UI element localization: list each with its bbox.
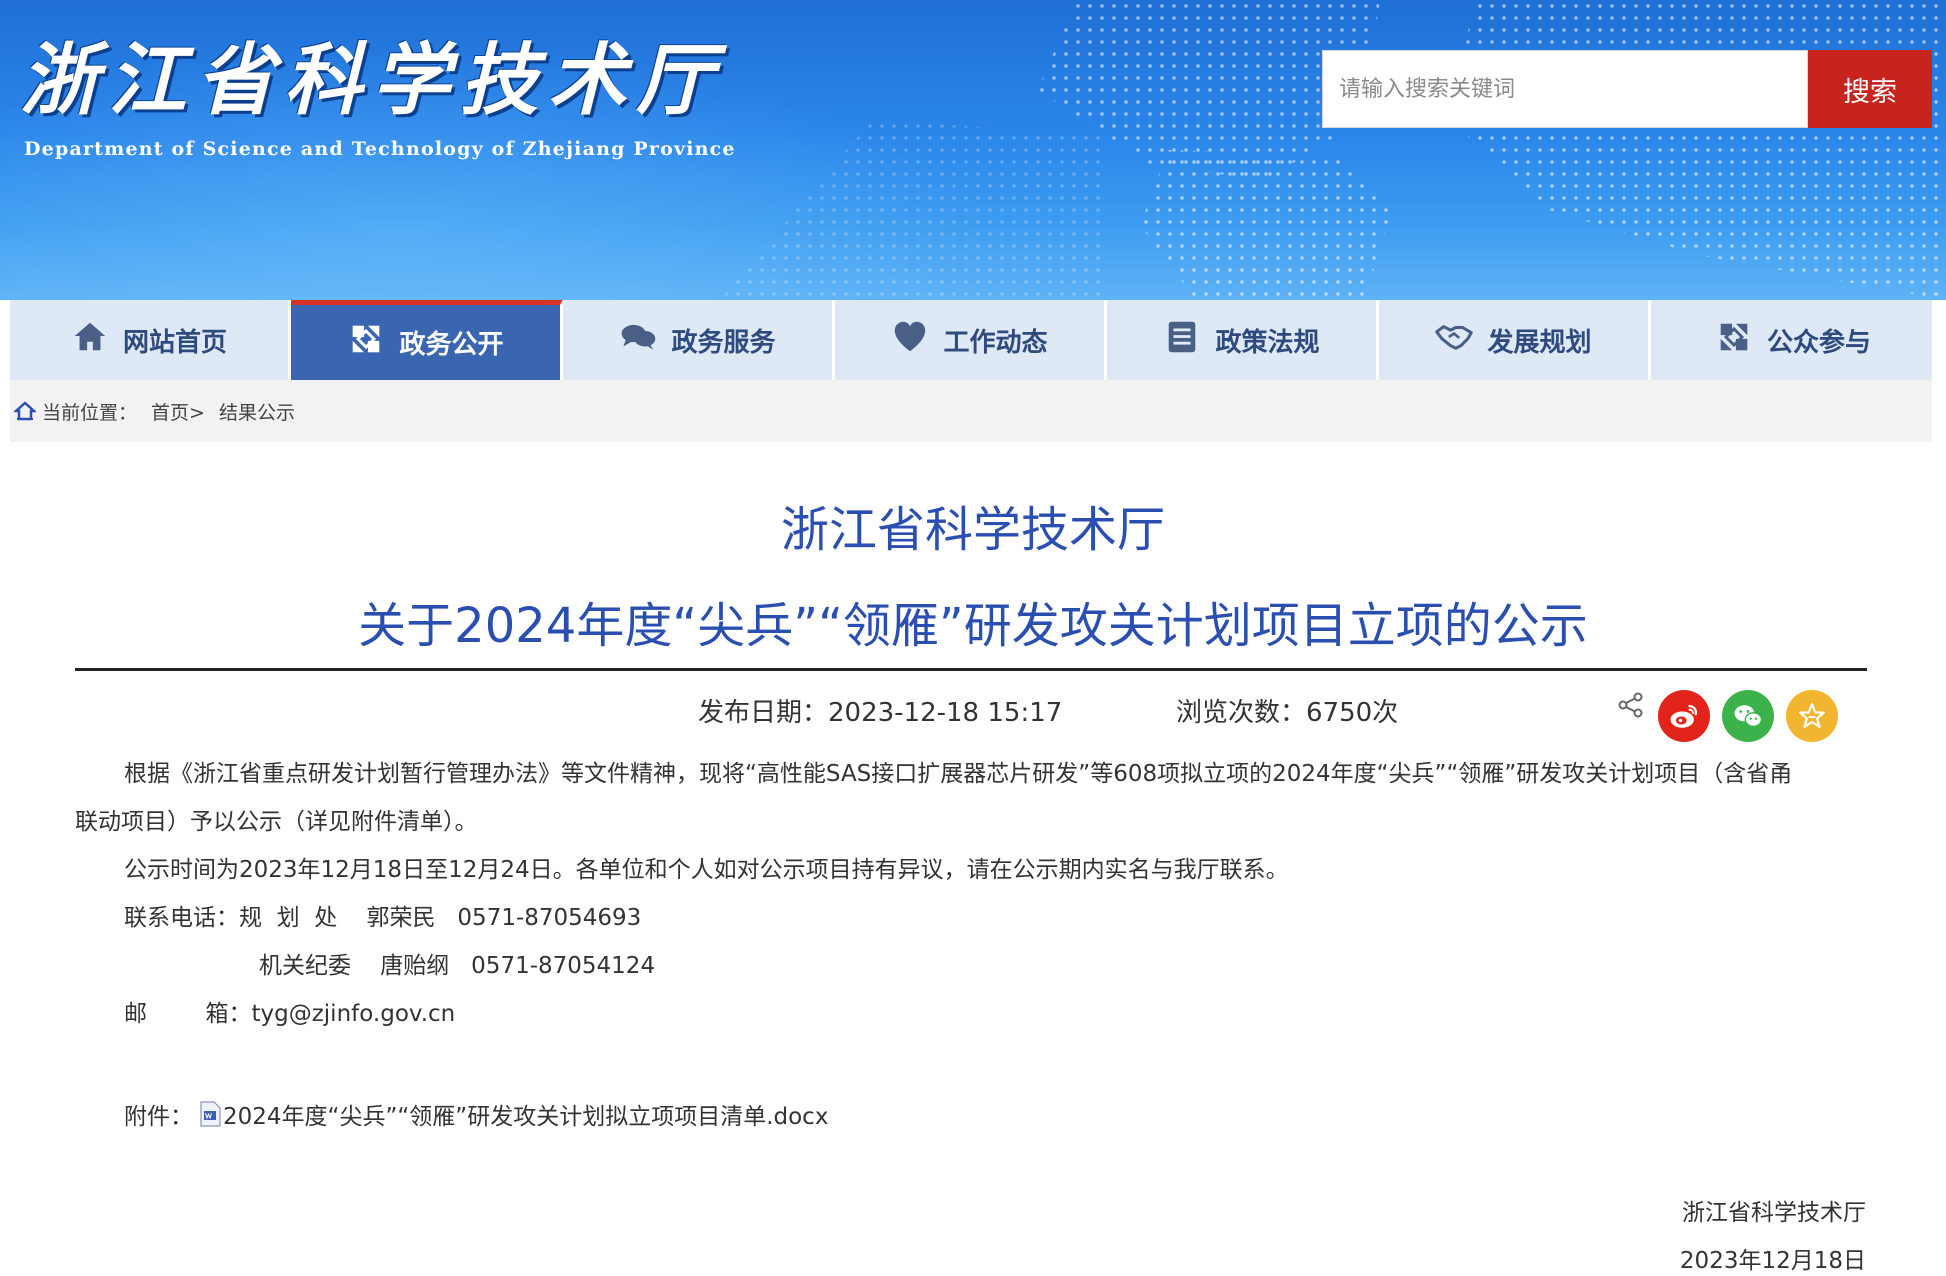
- body-paragraph-1: 根据《浙江省重点研发计划暂行管理办法》等文件精神，现将“高性能SAS接口扩展器芯…: [124, 761, 1793, 787]
- nav-item-planning[interactable]: 发展规划: [1379, 300, 1651, 380]
- breadcrumb-home-link[interactable]: 首页>: [151, 398, 205, 425]
- nav-label: 发展规划: [1487, 327, 1592, 358]
- nav-label: 公众参与: [1766, 327, 1871, 358]
- signature-date: 2023年12月18日: [1679, 1248, 1866, 1274]
- nav-item-gov-open[interactable]: 政务公开: [291, 300, 563, 380]
- document-list-icon: [1163, 318, 1201, 363]
- title-divider: [75, 668, 1867, 671]
- nav-label: 网站首页: [122, 327, 227, 358]
- contact-phone-2: 机关纪委 唐贻纲 0571-87054124: [259, 953, 656, 979]
- nav-item-public-participation[interactable]: 公众参与: [1651, 300, 1935, 380]
- attachment-label: 附件：: [124, 1104, 193, 1130]
- publish-date: 发布日期：2023-12-18 15:17: [698, 698, 1063, 728]
- signature-org: 浙江省科学技术厅: [1682, 1200, 1866, 1226]
- breadcrumb-prefix: 当前位置：: [42, 401, 138, 424]
- location-home-icon: [14, 401, 36, 421]
- header-banner: 浙江省科学技术厅 Department of Science and Techn…: [0, 0, 1946, 300]
- attachment-row: 附件： 2024年度“尖兵”“领雁”研发攻关计划拟立项项目清单.docx: [124, 1097, 828, 1131]
- nav-item-policy[interactable]: 政策法规: [1107, 300, 1379, 380]
- main-nav: 网站首页 政务公开 政务服务 工作动态 政策法规 发展规划 公众参与: [10, 300, 1932, 380]
- nav-label: 政务公开: [399, 330, 504, 360]
- home-icon: [71, 318, 109, 363]
- word-doc-icon: [199, 1101, 221, 1127]
- article-title-org: 浙江省科学技术厅: [780, 502, 1165, 558]
- body-paragraph-2: 公示时间为2023年12月18日至12月24日。各单位和个人如对公示项目持有异议…: [124, 857, 1289, 883]
- share-icon[interactable]: [1616, 690, 1646, 720]
- nav-item-gov-service[interactable]: 政务服务: [563, 300, 835, 380]
- contact-phone-1: 联系电话：规 划 处 郭荣民 0571-87054693: [124, 905, 642, 931]
- favorite-icon[interactable]: [1786, 690, 1838, 742]
- contact-email: 邮 箱：tyg@zjinfo.gov.cn: [124, 1001, 456, 1027]
- search-input[interactable]: [1323, 51, 1807, 127]
- chat-bubbles-icon: [619, 318, 657, 363]
- nav-item-home[interactable]: 网站首页: [10, 300, 291, 380]
- article-title: 关于2024年度“尖兵”“领雁”研发攻关计划项目立项的公示: [358, 598, 1588, 654]
- breadcrumb: 当前位置： 首页> 结果公示: [10, 380, 1932, 442]
- wechat-icon[interactable]: [1722, 690, 1774, 742]
- view-count: 浏览次数：6750次: [1176, 698, 1399, 728]
- body-paragraph-1-cont: 联动项目）予以公示（详见附件清单）。: [75, 809, 478, 835]
- breadcrumb-current[interactable]: 结果公示: [219, 398, 295, 425]
- nav-item-work-news[interactable]: 工作动态: [835, 300, 1107, 380]
- site-logo-subtitle: Department of Science and Technology of …: [24, 138, 736, 160]
- heart-icon: [891, 318, 929, 363]
- search-button[interactable]: 搜索: [1808, 50, 1932, 128]
- weibo-icon[interactable]: [1658, 690, 1710, 742]
- attachment-link[interactable]: 2024年度“尖兵”“领雁”研发攻关计划拟立项项目清单.docx: [223, 1097, 828, 1131]
- participation-icon: [1715, 318, 1753, 363]
- banner-map-dots: [1450, 0, 1946, 300]
- gov-open-icon: [347, 320, 385, 365]
- handshake-icon: [1435, 318, 1474, 363]
- site-logo-title[interactable]: 浙江省科学技术厅: [20, 18, 724, 130]
- nav-label: 工作动态: [943, 327, 1048, 358]
- nav-label: 政策法规: [1215, 327, 1320, 358]
- search-box: [1322, 50, 1808, 128]
- nav-label: 政务服务: [671, 327, 776, 358]
